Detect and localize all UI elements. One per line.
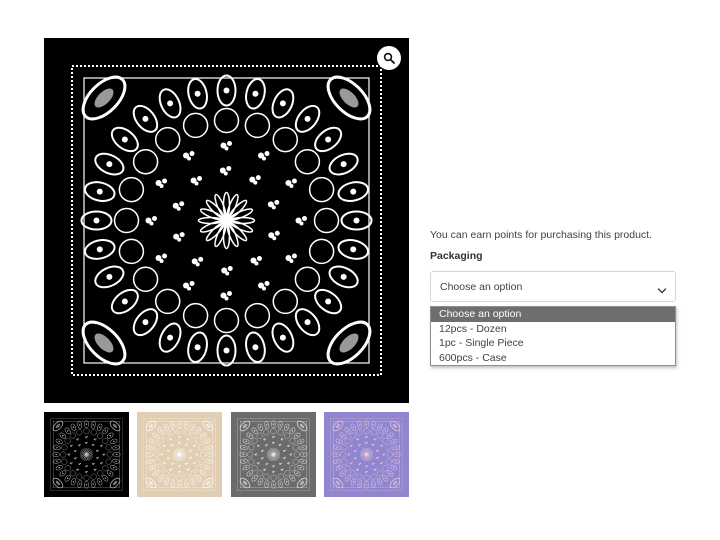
black-bandana-image [44, 412, 129, 497]
gray-bandana-image [231, 412, 316, 497]
magnifier-icon [383, 52, 395, 64]
zoom-button[interactable] [377, 46, 401, 70]
option-single-piece[interactable]: 1pc - Single Piece [431, 336, 675, 351]
main-product-image[interactable] [44, 38, 409, 403]
packaging-label: Packaging [430, 250, 483, 262]
purple-bandana-image [324, 412, 409, 497]
thumbnail-black-bandana[interactable] [44, 412, 129, 497]
points-message: You can earn points for purchasing this … [430, 229, 653, 241]
packaging-select-value: Choose an option [440, 281, 523, 293]
tan-bandana-image [137, 412, 222, 497]
option-case[interactable]: 600pcs - Case [431, 351, 675, 366]
packaging-dropdown-list: Choose an option 12pcs - Dozen 1pc - Sin… [430, 306, 676, 366]
thumbnail-strip [44, 412, 409, 497]
thumbnail-tan-bandana[interactable] [137, 412, 222, 497]
bandana-paisley-image [44, 38, 409, 403]
option-dozen[interactable]: 12pcs - Dozen [431, 322, 675, 337]
thumbnail-purple-bandana[interactable] [324, 412, 409, 497]
option-choose[interactable]: Choose an option [431, 307, 675, 322]
packaging-select[interactable]: Choose an option [430, 271, 676, 302]
thumbnail-gray-bandana[interactable] [231, 412, 316, 497]
chevron-down-icon [657, 282, 667, 300]
